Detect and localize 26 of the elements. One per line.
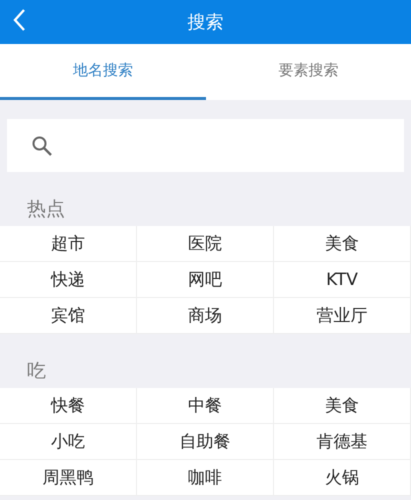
category-item[interactable]: 小吃 [0,424,137,460]
category-item[interactable]: 医院 [137,226,274,262]
search-field[interactable] [7,119,404,172]
page-title: 搜索 [188,11,224,34]
section-title: 吃 [27,359,46,384]
tab[interactable]: 要素搜索 [206,44,411,100]
category-item[interactable]: 咖啡 [137,460,274,496]
category-item[interactable]: 周黑鸭 [0,460,137,496]
category-item[interactable]: 自助餐 [137,424,274,460]
category-item[interactable]: 美食 [274,388,411,424]
back-icon[interactable] [12,8,26,32]
section-title: 热点 [27,197,65,222]
category-item[interactable]: 快餐 [0,388,137,424]
category-item[interactable]: 肯德基 [274,424,411,460]
category-item[interactable]: KTV [274,262,411,298]
tab[interactable]: 地名搜索 [0,44,206,100]
category-item[interactable]: 商场 [137,298,274,334]
category-item[interactable]: 营业厅 [274,298,411,334]
category-item[interactable]: 火锅 [274,460,411,496]
category-item[interactable]: 宾馆 [0,298,137,334]
category-item[interactable]: 快递 [0,262,137,298]
category-item[interactable]: 美食 [274,226,411,262]
category-item[interactable]: 中餐 [137,388,274,424]
category-item[interactable]: 网吧 [137,262,274,298]
category-item[interactable]: 超市 [0,226,137,262]
search-icon [31,134,53,156]
